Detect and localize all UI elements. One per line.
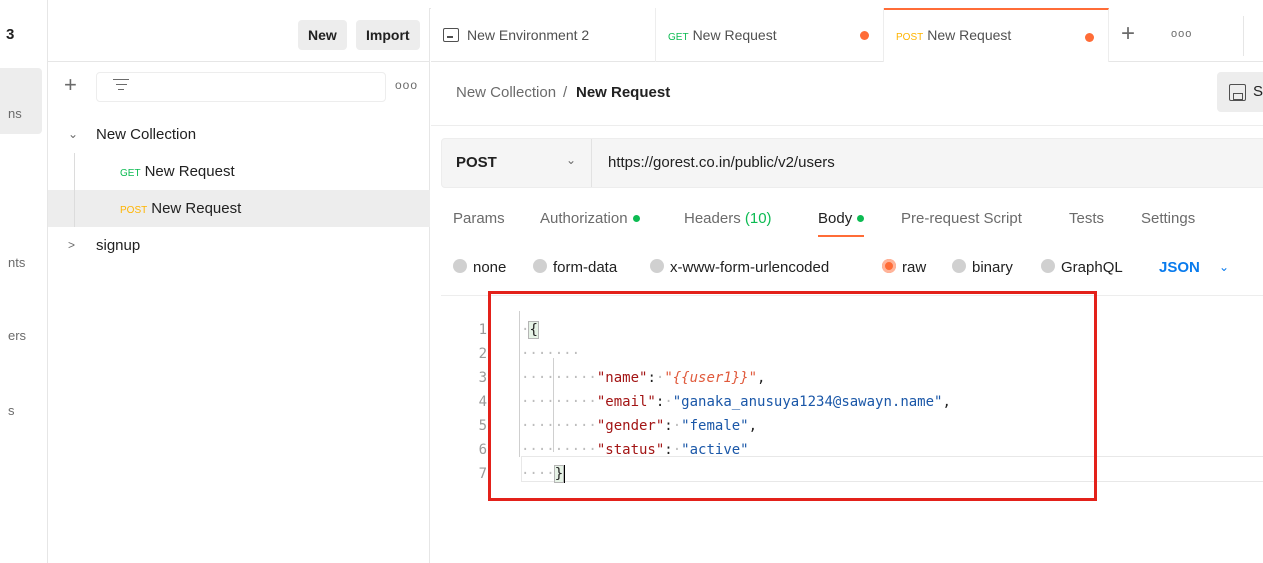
request-name: New Request [151, 200, 242, 217]
tab-authorization[interactable]: Authorization [540, 210, 640, 235]
radio-raw[interactable]: raw [882, 259, 926, 276]
collection-tree: ⌄ New Collection GET New Request POST New … [48, 116, 430, 264]
chevron-down-icon[interactable]: ⌄ [1219, 260, 1229, 274]
collections-sidebar: New Import + ooo ⌄ New Collection GET New… [48, 8, 430, 563]
tab-headers[interactable]: Headers (10) [684, 210, 772, 235]
radio-form-data[interactable]: form-data [533, 259, 617, 276]
breadcrumb-request[interactable]: New Request [576, 84, 670, 101]
unsaved-dot [860, 31, 869, 40]
filter-input[interactable] [96, 72, 386, 102]
save-icon [1229, 84, 1246, 101]
tab-params[interactable]: Params [453, 210, 505, 235]
request-item-get[interactable]: GET New Request [48, 153, 430, 190]
radio-x-www-form-urlencoded[interactable]: x-www-form-urlencoded [650, 259, 829, 276]
radio-graphql[interactable]: GraphQL [1041, 259, 1123, 276]
collection-item[interactable]: ⌄ New Collection [48, 116, 430, 153]
workspace-name: 3 [6, 26, 15, 43]
breadcrumb: New Collection / New Request S [431, 62, 1263, 126]
chevron-down-icon: ⌄ [566, 153, 577, 167]
status-dot [632, 214, 640, 222]
tree-guide-line [74, 190, 75, 227]
sidebar-toolbar: + ooo [48, 70, 430, 102]
url-bar: POST ⌄ https://gorest.co.in/public/v2/us… [441, 138, 1263, 188]
request-item-post[interactable]: POST New Request [48, 190, 430, 227]
method-select[interactable]: POST ⌄ [442, 139, 592, 187]
tab-more-icon[interactable]: ooo [1171, 28, 1192, 40]
breadcrumb-separator: / [563, 84, 568, 101]
plus-icon[interactable]: + [64, 74, 77, 96]
method-badge-get: GET [120, 168, 141, 179]
tab-tests[interactable]: Tests [1069, 210, 1104, 235]
highlight-annotation-box [488, 291, 1097, 501]
new-tab-plus-icon[interactable]: + [1121, 20, 1135, 48]
folder-item-signup[interactable]: > signup [48, 227, 430, 264]
request-name: New Request [144, 163, 235, 180]
tab-get-request[interactable]: GET New Request [656, 8, 884, 62]
filter-icon [113, 79, 129, 93]
unsaved-dot [1085, 33, 1094, 42]
environment-icon [443, 28, 459, 43]
tab-post-request[interactable]: POST New Request [884, 8, 1109, 62]
status-dot [857, 214, 865, 222]
tab-pre-request-script[interactable]: Pre-request Script [901, 210, 1022, 235]
left-nav: 3 ns nts ers s [0, 0, 48, 563]
radio-binary[interactable]: binary [952, 259, 1013, 276]
tab-bar: New Environment 2 GET New Request POST New… [431, 8, 1263, 62]
breadcrumb-collection[interactable]: New Collection [456, 84, 556, 101]
tree-guide-line [74, 153, 75, 190]
radio-none[interactable]: none [453, 259, 506, 276]
chevron-right-icon[interactable]: > [68, 227, 75, 264]
request-tabs: Params Authorization Headers (10) Body P… [453, 210, 1253, 240]
method-badge-post: POST [120, 205, 148, 216]
format-select[interactable]: JSON [1159, 259, 1200, 276]
tab-divider [1243, 16, 1244, 56]
more-options-icon[interactable]: ooo [395, 78, 418, 92]
chevron-down-icon[interactable]: ⌄ [68, 116, 78, 153]
sidebar-header: New Import [48, 8, 429, 62]
url-input[interactable]: https://gorest.co.in/public/v2/users [608, 154, 835, 171]
tab-environment[interactable]: New Environment 2 [431, 8, 656, 62]
tab-body[interactable]: Body [818, 210, 865, 237]
nav-item-collections[interactable]: ns [0, 68, 42, 134]
new-button[interactable]: New [298, 20, 347, 50]
import-button[interactable]: Import [356, 20, 420, 50]
body-type-options: none form-data x-www-form-urlencoded raw… [453, 259, 1253, 281]
save-button[interactable]: S [1217, 72, 1263, 112]
tab-settings[interactable]: Settings [1141, 210, 1195, 235]
